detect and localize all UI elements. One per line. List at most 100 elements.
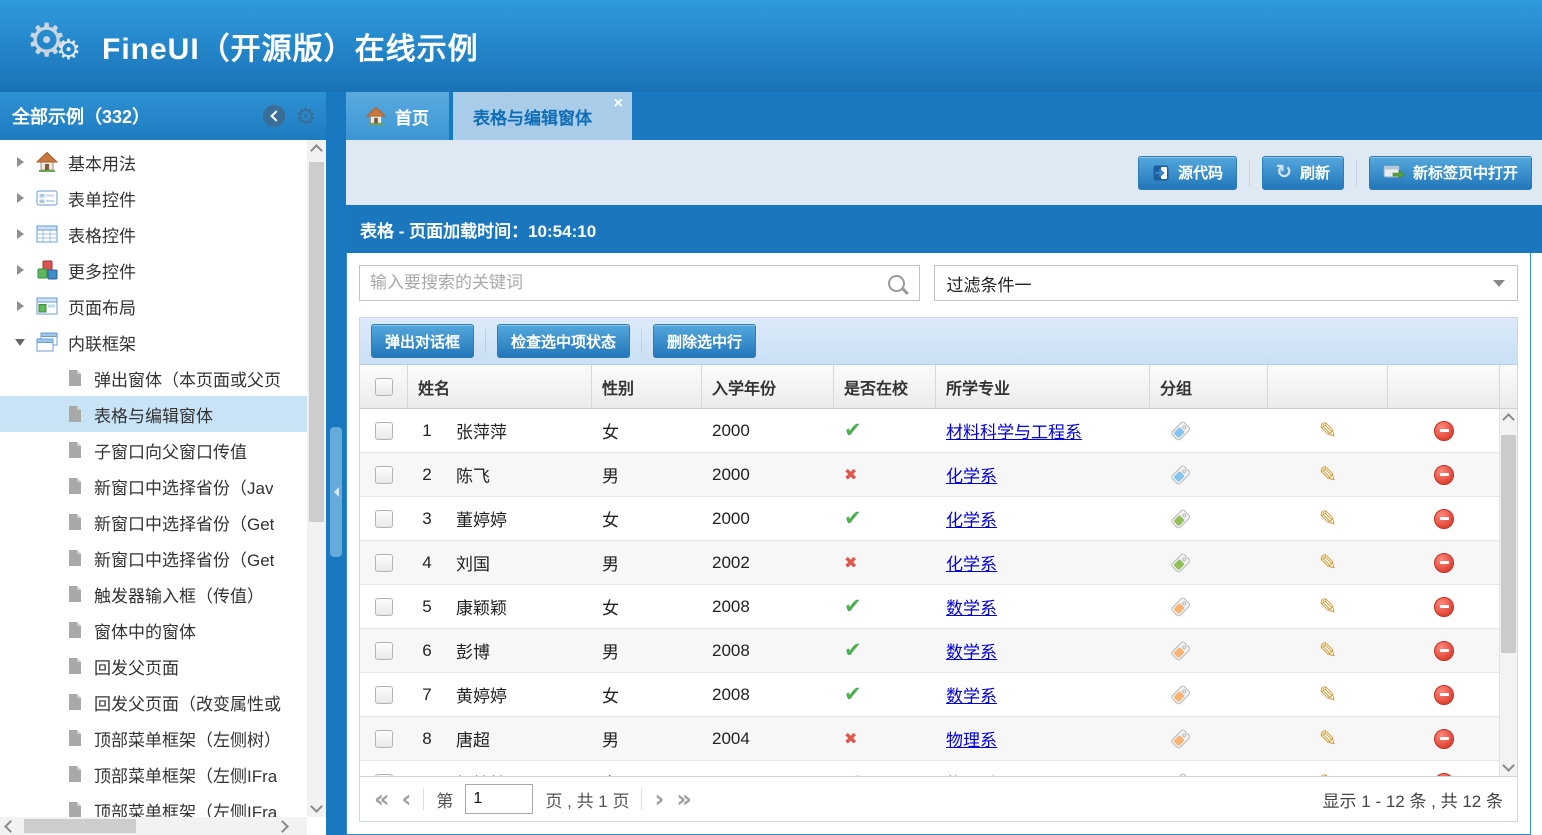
edit-pencil-icon[interactable]: ✎ — [1319, 550, 1337, 576]
page-number-input[interactable] — [465, 784, 533, 814]
tab-home[interactable]: 首页 — [346, 92, 449, 140]
scroll-left-icon[interactable] — [0, 817, 18, 835]
table-row[interactable]: 3董婷婷女2000✔化学系✎ — [360, 497, 1500, 541]
major-link[interactable]: 物理系 — [946, 726, 997, 751]
select-all-checkbox[interactable] — [375, 378, 393, 396]
sidebar-item[interactable]: 新窗口中选择省份（Get — [0, 540, 307, 576]
next-page-button[interactable]: › — [654, 787, 664, 811]
table-row[interactable]: 1张萍萍女2000✔材料科学与工程系✎ — [360, 409, 1500, 453]
sidebar-horizontal-scrollbar[interactable] — [0, 817, 307, 835]
row-checkbox[interactable] — [375, 686, 393, 704]
row-checkbox[interactable] — [375, 642, 393, 660]
sidebar-item[interactable]: 表格控件 — [0, 216, 307, 252]
gear-icon[interactable]: ⚙ — [295, 105, 316, 128]
filter-dropdown[interactable]: 过滤条件一 — [934, 265, 1519, 301]
sidebar-item[interactable]: 内联框架 — [0, 324, 307, 360]
tab-active[interactable]: 表格与编辑窗体× — [453, 92, 632, 140]
delete-row-icon[interactable] — [1434, 773, 1454, 777]
header-gender[interactable]: 性别 — [592, 365, 702, 408]
tree-collapse-icon[interactable] — [14, 339, 26, 346]
edit-pencil-icon[interactable]: ✎ — [1319, 594, 1337, 620]
grid-action-button-0[interactable]: 弹出对话框 — [371, 324, 474, 358]
delete-row-icon[interactable] — [1434, 509, 1454, 529]
sidebar-item[interactable]: 回发父页面（改变属性或 — [0, 684, 307, 720]
tree-expand-icon[interactable] — [14, 193, 26, 203]
row-checkbox[interactable] — [375, 598, 393, 616]
grid-action-button-1[interactable]: 检查选中项状态 — [497, 324, 630, 358]
major-link[interactable]: 化学系 — [946, 506, 997, 531]
edit-pencil-icon[interactable]: ✎ — [1319, 462, 1337, 488]
sidebar-item[interactable]: 回发父页面 — [0, 648, 307, 684]
scroll-up-icon[interactable] — [307, 140, 326, 158]
header-in-school[interactable]: 是否在校 — [834, 365, 936, 408]
sidebar-item[interactable]: 触发器输入框（传值） — [0, 576, 307, 612]
search-input[interactable] — [360, 273, 888, 293]
header-delete[interactable] — [1388, 365, 1500, 408]
tree-expand-icon[interactable] — [14, 301, 26, 311]
major-link[interactable]: 化学系 — [946, 550, 997, 575]
major-link[interactable]: 数学系 — [946, 682, 997, 707]
edit-pencil-icon[interactable]: ✎ — [1319, 506, 1337, 532]
sidebar-item[interactable]: 新窗口中选择省份（Get — [0, 504, 307, 540]
last-page-button[interactable]: » — [676, 787, 692, 811]
table-row[interactable]: 7黄婷婷女2008✔数学系✎ — [360, 673, 1500, 717]
scroll-up-icon[interactable] — [1500, 409, 1517, 427]
major-link[interactable]: 物理系 — [946, 770, 997, 776]
collapse-sidebar-icon[interactable] — [263, 105, 285, 127]
splitter-collapse-handle[interactable] — [330, 427, 342, 557]
close-tab-icon[interactable]: × — [614, 96, 623, 112]
grid-vertical-scrollbar[interactable] — [1499, 409, 1517, 776]
sidebar-item[interactable]: 顶部菜单框架（左侧IFra — [0, 792, 307, 817]
row-checkbox[interactable] — [375, 422, 393, 440]
row-checkbox[interactable] — [375, 554, 393, 572]
scrollbar-thumb[interactable] — [24, 819, 136, 833]
sidebar-item[interactable]: 顶部菜单框架（左侧树） — [0, 720, 307, 756]
delete-row-icon[interactable] — [1434, 553, 1454, 573]
table-row[interactable]: 5康颖颖女2008✔数学系✎ — [360, 585, 1500, 629]
header-year[interactable]: 入学年份 — [702, 365, 834, 408]
edit-pencil-icon[interactable]: ✎ — [1319, 638, 1337, 664]
sidebar-item[interactable]: 更多控件 — [0, 252, 307, 288]
tree-expand-icon[interactable] — [14, 157, 26, 167]
scrollbar-thumb[interactable] — [309, 162, 324, 522]
row-checkbox[interactable] — [375, 774, 393, 777]
sidebar-item[interactable]: 新窗口中选择省份（Jav — [0, 468, 307, 504]
header-name[interactable]: 姓名 — [408, 365, 592, 408]
table-row[interactable]: 4刘国男2002✖化学系✎ — [360, 541, 1500, 585]
scrollbar-thumb[interactable] — [1501, 435, 1516, 653]
delete-row-icon[interactable] — [1434, 597, 1454, 617]
delete-row-icon[interactable] — [1434, 685, 1454, 705]
first-page-button[interactable]: « — [374, 787, 390, 811]
sidebar-splitter[interactable] — [326, 92, 346, 835]
scroll-right-icon[interactable] — [275, 817, 293, 835]
scroll-down-icon[interactable] — [307, 799, 326, 817]
sidebar-item[interactable]: 窗体中的窗体 — [0, 612, 307, 648]
sidebar-item[interactable]: 基本用法 — [0, 144, 307, 180]
edit-pencil-icon[interactable]: ✎ — [1319, 418, 1337, 444]
major-link[interactable]: 化学系 — [946, 462, 997, 487]
sidebar-item[interactable]: 表单控件 — [0, 180, 307, 216]
major-link[interactable]: 数学系 — [946, 638, 997, 663]
row-checkbox[interactable] — [375, 466, 393, 484]
grid-action-button-2[interactable]: 删除选中行 — [653, 324, 756, 358]
sidebar-item[interactable]: 页面布局 — [0, 288, 307, 324]
toolbar-button-1[interactable]: ↻刷新 — [1262, 156, 1344, 190]
delete-row-icon[interactable] — [1434, 465, 1454, 485]
tree-expand-icon[interactable] — [14, 265, 26, 275]
row-checkbox[interactable] — [375, 730, 393, 748]
toolbar-button-0[interactable]: 源代码 — [1138, 156, 1237, 190]
row-checkbox[interactable] — [375, 510, 393, 528]
delete-row-icon[interactable] — [1434, 421, 1454, 441]
major-link[interactable]: 数学系 — [946, 594, 997, 619]
sidebar-item[interactable]: 顶部菜单框架（左侧IFra — [0, 756, 307, 792]
sidebar-vertical-scrollbar[interactable] — [307, 140, 326, 817]
header-checkbox-cell[interactable] — [360, 365, 408, 408]
edit-pencil-icon[interactable]: ✎ — [1319, 726, 1337, 752]
search-icon[interactable] — [888, 275, 905, 292]
header-group[interactable]: 分组 — [1150, 365, 1268, 408]
table-row[interactable]: 2陈飞男2000✖化学系✎ — [360, 453, 1500, 497]
table-row[interactable]: 9杨婷婷女2004✔物理系✎ — [360, 761, 1500, 776]
toolbar-button-2[interactable]: 新标签页中打开 — [1369, 156, 1532, 190]
sidebar-item-selected[interactable]: 表格与编辑窗体 — [0, 396, 307, 432]
table-row[interactable]: 8唐超男2004✖物理系✎ — [360, 717, 1500, 761]
